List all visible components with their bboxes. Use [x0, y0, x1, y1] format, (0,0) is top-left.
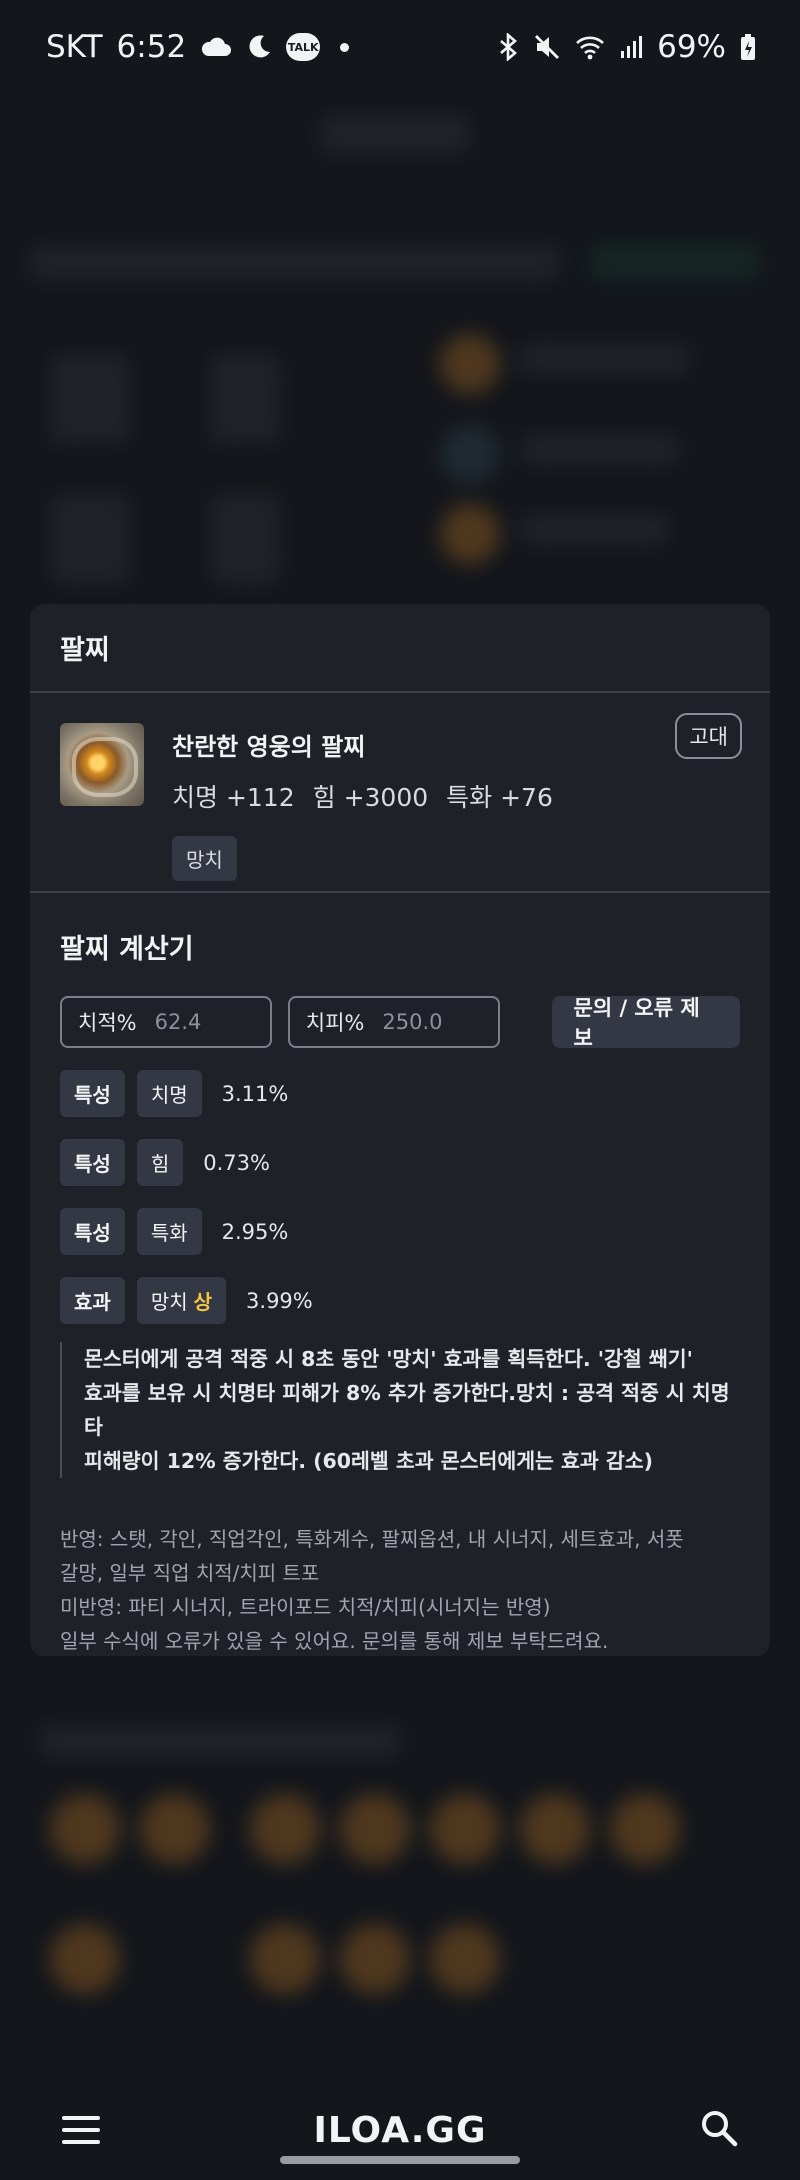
notification-dot-icon [340, 42, 350, 52]
battery-charging-icon [740, 33, 756, 61]
result-type-chip: 특성 [60, 1208, 125, 1255]
home-indicator[interactable] [280, 2156, 520, 2164]
item-stats: 치명 +112 힘 +3000 특화 +76 [172, 778, 553, 814]
result-type-chip: 특성 [60, 1070, 125, 1117]
result-name-chip: 망치 상 [136, 1277, 227, 1324]
bottom-nav: ILOA.GG [0, 2080, 800, 2180]
crit-rate-label: 치적% [78, 1011, 137, 1035]
result-type-chip: 효과 [60, 1277, 125, 1324]
kakaotalk-icon: TALK [286, 33, 321, 61]
calculator-notes: 반영: 스탯, 각인, 직업각인, 특화계수, 팔찌옵션, 내 시너지, 세트효… [60, 1522, 740, 1656]
result-row: 효과 망치 상 3.99% [60, 1277, 740, 1324]
result-name-chip: 특화 [136, 1208, 202, 1255]
note-line: 반영: 스탯, 각인, 직업각인, 특화계수, 팔찌옵션, 내 시너지, 세트효… [60, 1527, 684, 1551]
result-name-chip: 힘 [136, 1139, 184, 1186]
modal-title: 팔찌 [60, 635, 110, 666]
bracelet-icon [60, 723, 144, 806]
result-value: 2.95% [221, 1219, 289, 1244]
cloud-icon [200, 36, 232, 58]
crit-rate-input[interactable]: 치적% 62.4 [60, 996, 272, 1048]
bracelet-calculator: 팔찌 계산기 치적% 62.4 치피% 250.0 문의 / 오류 제보 특성 … [30, 927, 770, 1656]
bracelet-modal: 팔찌 찬란한 영웅의 팔찌 치명 +112 힘 +3000 특화 +76 망치 … [30, 604, 770, 1656]
effect-description-line: 몬스터에게 공격 적중 시 8초 동안 '망치' 효과를 획득한다. '강철 쐐… [84, 1347, 693, 1371]
result-row: 특성 치명 3.11% [60, 1070, 740, 1117]
bracelet-item-card: 찬란한 영웅의 팔찌 치명 +112 힘 +3000 특화 +76 망치 고대 [30, 693, 770, 893]
status-bar: SKT 6:52 TALK 69% [0, 0, 800, 94]
app-screen: SKT 6:52 TALK 69% 팔찌 찬란한 영웅의 팔찌 치명 +112 … [0, 0, 800, 2180]
result-value: 3.99% [246, 1288, 313, 1313]
moon-icon [246, 34, 272, 60]
clock: 6:52 [116, 29, 187, 65]
result-value: 0.73% [203, 1150, 270, 1175]
site-logo[interactable]: ILOA.GG [314, 2110, 487, 2151]
item-name: 찬란한 영웅의 팔찌 [172, 733, 366, 761]
signal-icon [619, 35, 643, 59]
mute-icon [533, 33, 561, 61]
note-line: 갈망, 일부 직업 치적/치피 트포 [60, 1561, 320, 1585]
note-line: 일부 수식에 오류가 있을 수 있어요. 문의를 통해 제보 부탁드려요. [60, 1629, 609, 1653]
effect-description-line: 피해량이 12% 증가한다. (60레벨 초과 몬스터에게는 효과 감소) [84, 1449, 653, 1473]
effect-grade: 상 [193, 1290, 213, 1314]
bluetooth-icon [497, 33, 519, 61]
search-icon[interactable] [700, 2109, 738, 2151]
modal-header: 팔찌 [30, 604, 770, 693]
item-stat: 힘 +3000 [312, 783, 429, 812]
carrier-label: SKT [46, 29, 103, 65]
crit-damage-input[interactable]: 치피% 250.0 [287, 996, 500, 1048]
hamburger-menu-icon[interactable] [62, 2116, 100, 2144]
wifi-icon [575, 34, 605, 60]
item-stat: 특화 +76 [446, 783, 553, 812]
calculator-inputs: 치적% 62.4 치피% 250.0 문의 / 오류 제보 [60, 996, 740, 1050]
calculator-title: 팔찌 계산기 [60, 934, 194, 965]
result-type-chip: 특성 [60, 1139, 125, 1186]
note-line: 미반영: 파티 시너지, 트라이포드 치적/치피(시너지는 반영) [60, 1595, 551, 1619]
effect-description-line: 효과를 보유 시 치명타 피해가 8% 추가 증가한다.망치 : 공격 적중 시… [84, 1381, 730, 1439]
item-stat: 치명 +112 [172, 783, 295, 812]
crit-damage-value[interactable]: 250.0 [382, 1010, 442, 1034]
result-row: 특성 힘 0.73% [60, 1139, 740, 1186]
result-row: 특성 특화 2.95% [60, 1208, 740, 1255]
crit-rate-value[interactable]: 62.4 [155, 1010, 202, 1034]
crit-damage-label: 치피% [305, 1011, 365, 1035]
effect-description: 몬스터에게 공격 적중 시 8초 동안 '망치' 효과를 획득한다. '강철 쐐… [60, 1342, 740, 1478]
item-effect-tag: 망치 [172, 836, 237, 881]
grade-badge: 고대 [675, 713, 742, 759]
result-value: 3.11% [221, 1081, 289, 1106]
effect-name: 망치 [150, 1290, 188, 1314]
battery-percent: 69% [657, 29, 726, 65]
report-button[interactable]: 문의 / 오류 제보 [551, 996, 740, 1050]
result-name-chip: 치명 [136, 1070, 202, 1117]
